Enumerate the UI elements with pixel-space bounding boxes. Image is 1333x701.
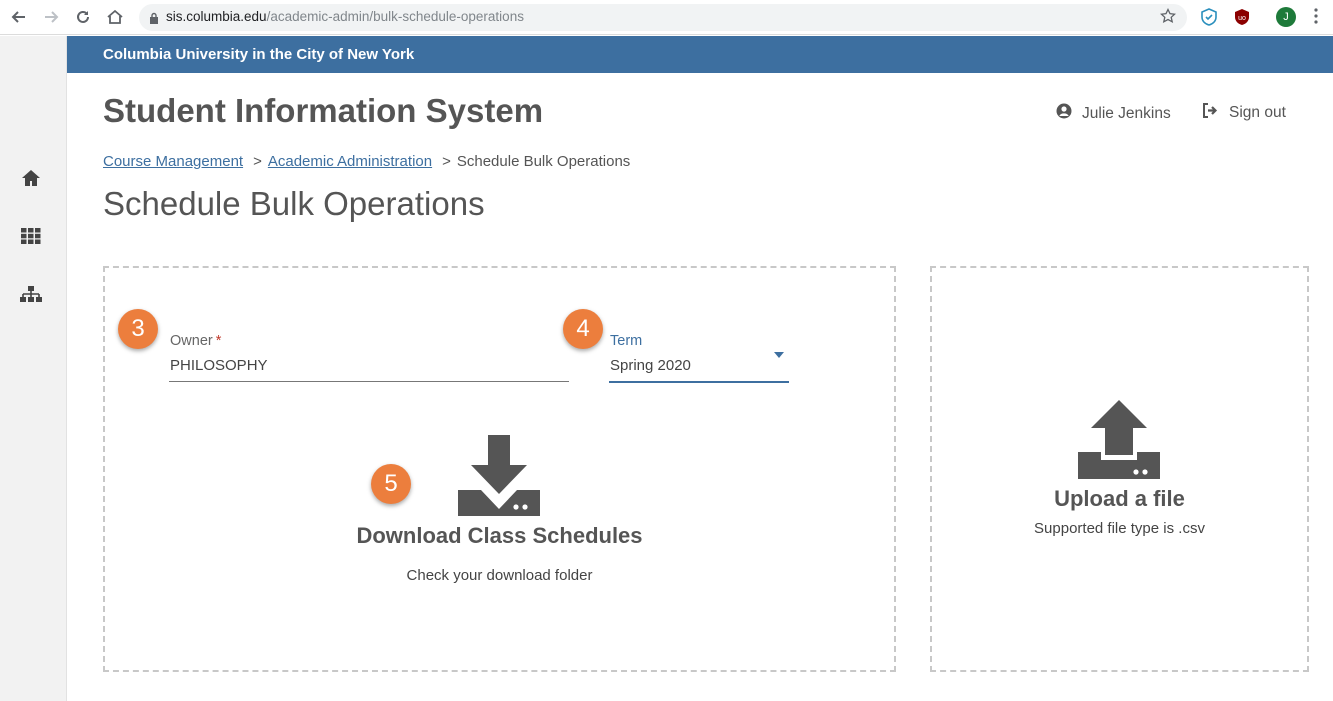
app-title: Student Information System bbox=[103, 92, 544, 129]
owner-label: Owner * bbox=[170, 333, 221, 349]
step-badge-owner: 3 bbox=[118, 309, 158, 349]
sign-out-label: Sign out bbox=[1229, 104, 1286, 121]
browser-menu-icon[interactable] bbox=[1314, 8, 1318, 29]
breadcrumb-academic-administration[interactable]: Academic Administration bbox=[268, 153, 432, 170]
user-circle-icon bbox=[1056, 103, 1072, 124]
profile-avatar[interactable]: J bbox=[1276, 7, 1296, 27]
upload-file-button[interactable]: Upload a file bbox=[930, 486, 1309, 512]
shield-extension-icon[interactable] bbox=[1200, 8, 1218, 26]
step-badge-download: 5 bbox=[371, 464, 411, 504]
home-page-icon[interactable] bbox=[104, 6, 126, 28]
download-schedules-button[interactable]: Download Class Schedules bbox=[103, 523, 896, 549]
upload-icon[interactable] bbox=[1078, 400, 1160, 485]
url-path: /academic-admin/bulk-schedule-operations bbox=[266, 9, 524, 24]
sign-out-icon bbox=[1202, 103, 1219, 123]
forward-arrow-icon[interactable] bbox=[40, 6, 62, 28]
term-select[interactable]: Spring 2020 bbox=[610, 357, 691, 374]
left-nav-rail bbox=[0, 36, 67, 701]
url-domain: sis.columbia.edu bbox=[166, 9, 267, 24]
sitemap-icon[interactable] bbox=[20, 285, 42, 305]
term-field-underline bbox=[609, 381, 789, 383]
owner-label-text: Owner bbox=[170, 333, 213, 349]
ublock-extension-icon[interactable]: uo bbox=[1233, 8, 1251, 26]
dropdown-caret-icon[interactable] bbox=[774, 352, 784, 358]
university-banner: Columbia University in the City of New Y… bbox=[67, 36, 1333, 73]
required-asterisk: * bbox=[215, 333, 222, 349]
download-hint: Check your download folder bbox=[406, 567, 593, 584]
step-badge-term: 4 bbox=[563, 309, 603, 349]
bookmark-star-icon[interactable] bbox=[1159, 7, 1177, 29]
reload-icon[interactable] bbox=[72, 6, 94, 28]
browser-toolbar: sis.columbia.edu/academic-admin/bulk-sch… bbox=[0, 0, 1333, 35]
home-icon[interactable] bbox=[20, 168, 42, 188]
breadcrumb-separator: > bbox=[253, 153, 262, 170]
back-arrow-icon[interactable] bbox=[8, 6, 30, 28]
breadcrumb-separator: > bbox=[442, 153, 451, 170]
user-menu[interactable]: Julie Jenkins bbox=[1056, 103, 1171, 124]
svg-text:uo: uo bbox=[1238, 15, 1246, 22]
url-text: sis.columbia.edu/academic-admin/bulk-sch… bbox=[166, 9, 524, 24]
apps-grid-icon[interactable] bbox=[20, 226, 42, 246]
page-title: Schedule Bulk Operations bbox=[103, 185, 485, 222]
owner-field-underline bbox=[169, 381, 569, 382]
sign-out-button[interactable]: Sign out bbox=[1202, 103, 1286, 123]
owner-field[interactable]: PHILOSOPHY bbox=[170, 357, 268, 374]
university-name[interactable]: Columbia University in the City of New Y… bbox=[103, 46, 414, 63]
breadcrumb: Course Management > Academic Administrat… bbox=[103, 153, 630, 170]
lock-icon bbox=[149, 11, 159, 29]
term-label: Term bbox=[610, 333, 643, 349]
breadcrumb-course-management[interactable]: Course Management bbox=[103, 153, 243, 170]
breadcrumb-current: Schedule Bulk Operations bbox=[456, 153, 631, 170]
user-name: Julie Jenkins bbox=[1082, 104, 1171, 122]
download-icon[interactable] bbox=[458, 435, 540, 522]
address-bar[interactable]: sis.columbia.edu/academic-admin/bulk-sch… bbox=[139, 4, 1187, 31]
upload-hint: Supported file type is .csv bbox=[1034, 520, 1205, 537]
